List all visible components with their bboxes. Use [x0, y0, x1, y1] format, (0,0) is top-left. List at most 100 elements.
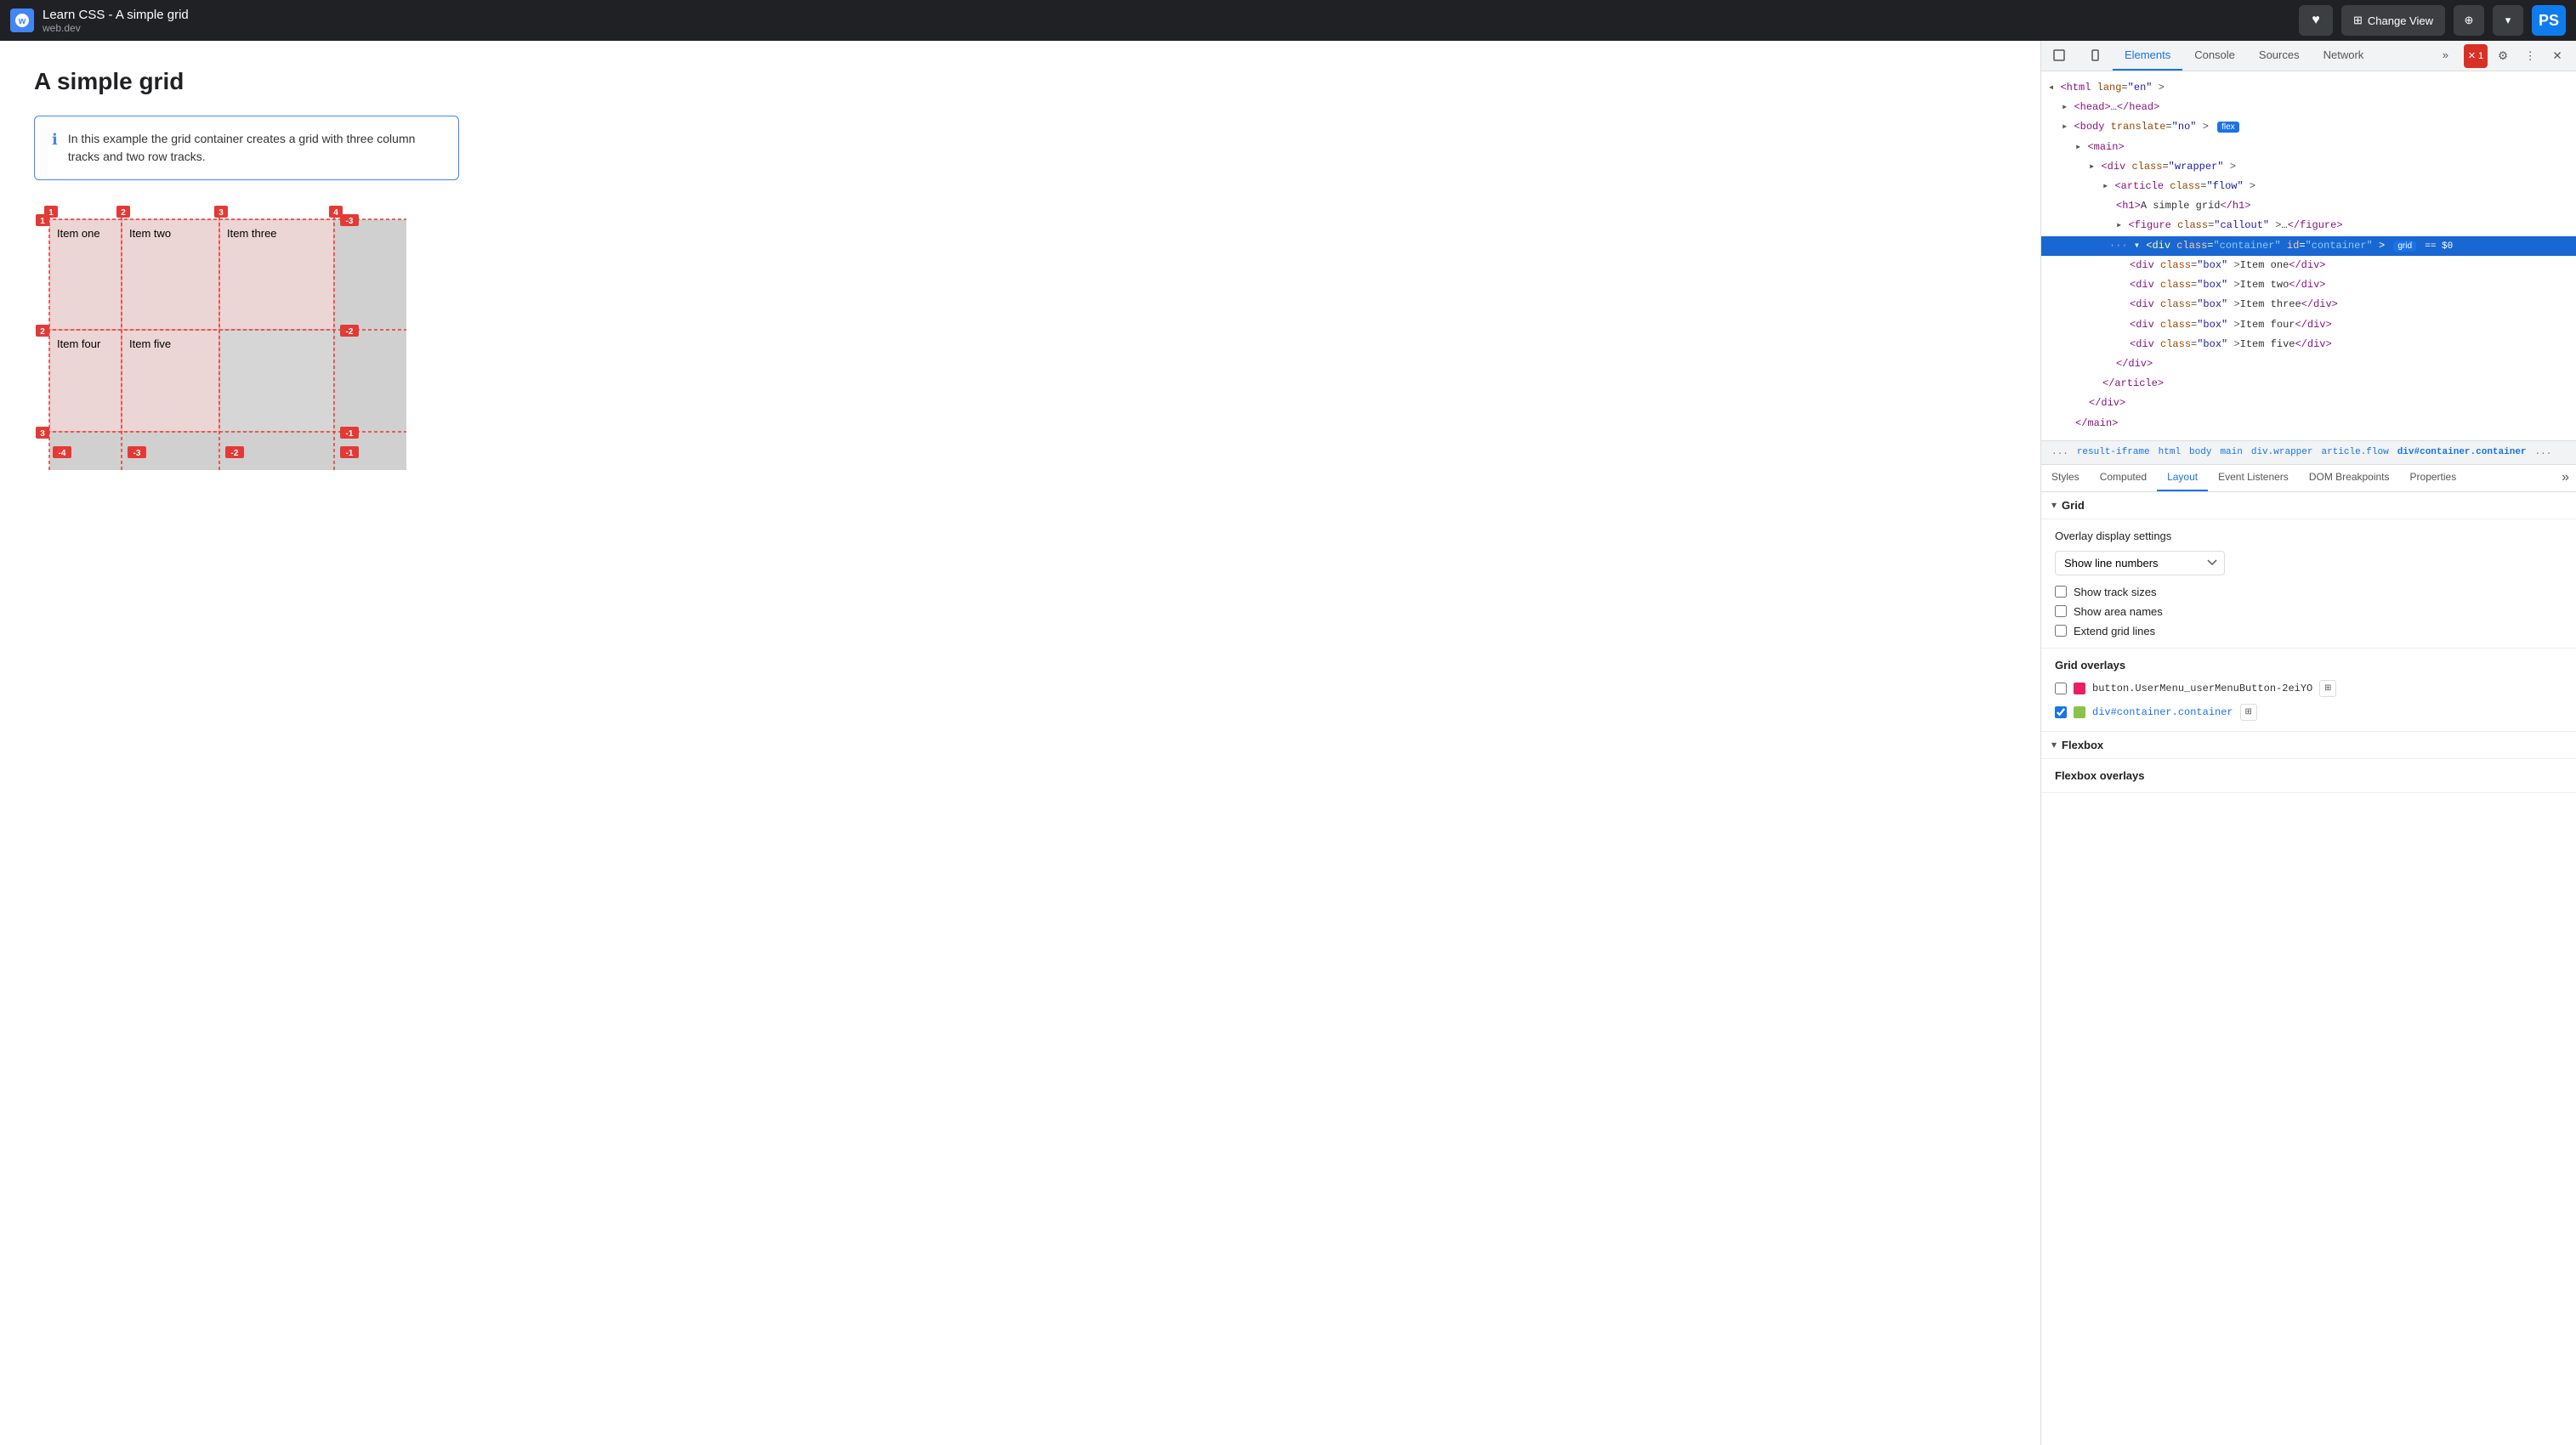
grid-overlays-section: Grid overlays button.UserMenu_userMenuBu… — [2041, 649, 2576, 732]
show-area-names-checkbox[interactable] — [2055, 605, 2067, 617]
devtools-tabs: Elements Console Sources Network » ✕ 1 ⚙… — [2041, 41, 2576, 71]
line-numbers-dropdown[interactable]: Show line numbers Show track sizes Show … — [2055, 551, 2225, 575]
heart-button[interactable]: ♥ — [2299, 5, 2333, 36]
info-icon: ℹ — [52, 131, 58, 166]
site-logo: w — [10, 8, 34, 32]
grid-overlays-label: Grid overlays — [2055, 659, 2562, 672]
grid-chevron-icon: ▾ — [2051, 499, 2057, 511]
more-options-button[interactable]: ⋮ — [2518, 44, 2542, 68]
tab-event-listeners[interactable]: Event Listeners — [2208, 465, 2299, 491]
overlay-grid-icon-1[interactable]: ⊞ — [2319, 680, 2336, 697]
page-title: A simple grid — [34, 68, 2006, 95]
grid-item: Item two — [122, 219, 219, 330]
bc-main[interactable]: main — [2216, 445, 2245, 459]
tab-computed[interactable]: Computed — [2090, 465, 2157, 491]
dom-line[interactable]: </article> — [2041, 374, 2576, 394]
tab-properties[interactable]: Properties — [2400, 465, 2467, 491]
tab-network[interactable]: Network — [2312, 41, 2376, 71]
tab-elements[interactable]: Elements — [2113, 41, 2182, 71]
styles-tabs: Styles Computed Layout Event Listeners D… — [2041, 465, 2576, 492]
tab-sources[interactable]: Sources — [2247, 41, 2312, 71]
dom-line[interactable]: ▸ <figure class="callout" >…</figure> — [2041, 216, 2576, 235]
tab-device[interactable] — [2077, 41, 2113, 71]
dom-line[interactable]: </div> — [2041, 354, 2576, 374]
change-view-button[interactable]: ⊞ Change View — [2341, 5, 2445, 36]
info-box: ℹ In this example the grid container cre… — [34, 116, 459, 180]
show-track-sizes-checkbox[interactable] — [2055, 586, 2067, 598]
close-devtools-button[interactable]: ✕ — [2545, 44, 2569, 68]
settings-button[interactable]: ⚙ — [2491, 44, 2515, 68]
bc-container[interactable]: div#container.container — [2394, 445, 2530, 459]
dom-line[interactable]: <div class="box" >Item two</div> — [2041, 275, 2576, 295]
flexbox-chevron-icon: ▾ — [2051, 739, 2057, 751]
tab-more[interactable]: » — [2431, 48, 2460, 63]
site-url: web.dev — [43, 22, 189, 34]
breadcrumb: ... result-iframe html body main div.wra… — [2041, 441, 2576, 465]
svg-text:4: 4 — [333, 208, 338, 218]
info-text: In this example the grid container creat… — [68, 130, 441, 166]
grid-item: Item four — [49, 330, 122, 432]
overlay-color-pink — [2074, 683, 2085, 694]
flexbox-section-body: Flexbox overlays — [2041, 759, 2576, 793]
svg-text:1: 1 — [48, 208, 54, 218]
page-content: A simple grid ℹ In this example the grid… — [0, 41, 2040, 1445]
dropdown-button[interactable]: ▾ — [2493, 5, 2523, 36]
error-badge[interactable]: ✕ 1 — [2464, 44, 2488, 68]
grid-badge: grid — [2393, 241, 2416, 252]
dom-line[interactable]: </main> — [2041, 414, 2576, 434]
dom-tree: ◂ <html lang="en" > ▸ <head>…</head> ▸ <… — [2041, 71, 2576, 441]
dom-line[interactable]: <div class="box" >Item three</div> — [2041, 295, 2576, 314]
grid-section-header[interactable]: ▾ Grid — [2041, 492, 2576, 519]
flexbox-section-header[interactable]: ▾ Flexbox — [2041, 732, 2576, 759]
dom-line[interactable]: <div class="box" >Item four</div> — [2041, 315, 2576, 335]
show-area-names-label[interactable]: Show area names — [2074, 605, 2163, 618]
dom-line[interactable]: <div class="box" >Item one</div> — [2041, 256, 2576, 275]
bc-html[interactable]: html — [2155, 445, 2184, 459]
show-track-sizes-row: Show track sizes — [2055, 586, 2562, 598]
top-bar: w Learn CSS - A simple grid web.dev ♥ ⊞ … — [0, 0, 2576, 41]
site-title: Learn CSS - A simple grid — [43, 8, 189, 22]
tab-dom-breakpoints[interactable]: DOM Breakpoints — [2299, 465, 2400, 491]
extend-grid-lines-checkbox[interactable] — [2055, 625, 2067, 637]
dom-line[interactable]: ▸ <div class="wrapper" > — [2041, 157, 2576, 177]
dom-line[interactable]: ▸ <body translate="no" > flex — [2041, 117, 2576, 137]
svg-text:2: 2 — [121, 208, 126, 218]
overlay-checkbox-container[interactable] — [2055, 706, 2067, 718]
show-track-sizes-label[interactable]: Show track sizes — [2074, 586, 2157, 598]
tab-inspect[interactable] — [2041, 41, 2077, 71]
show-area-names-row: Show area names — [2055, 605, 2562, 618]
tab-layout[interactable]: Layout — [2157, 465, 2208, 491]
dom-line[interactable]: ◂ <html lang="en" > — [2041, 78, 2576, 98]
dom-line[interactable]: ▸ <main> — [2041, 138, 2576, 157]
bc-div-wrapper[interactable]: div.wrapper — [2248, 445, 2317, 459]
layout-panel: ▾ Grid Overlay display settings Show lin… — [2041, 492, 2576, 1445]
svg-text:2: 2 — [40, 327, 45, 337]
overlay-checkbox-button[interactable] — [2055, 683, 2067, 694]
site-info: Learn CSS - A simple grid web.dev — [43, 8, 189, 34]
tab-styles[interactable]: Styles — [2041, 465, 2090, 491]
bc-body[interactable]: body — [2186, 445, 2215, 459]
svg-text:1: 1 — [40, 217, 45, 226]
dom-line[interactable]: <h1>A simple grid</h1> — [2041, 196, 2576, 216]
ps-button[interactable]: PS — [2532, 5, 2566, 36]
tab-console[interactable]: Console — [2182, 41, 2247, 71]
extend-grid-lines-label[interactable]: Extend grid lines — [2074, 625, 2155, 638]
dom-line[interactable]: </div> — [2041, 394, 2576, 413]
dom-line[interactable]: <div class="box" >Item five</div> — [2041, 335, 2576, 354]
bc-result-iframe[interactable]: result-iframe — [2074, 445, 2153, 459]
bc-article-flow[interactable]: article.flow — [2318, 445, 2392, 459]
dom-line[interactable]: ▸ <head>…</head> — [2041, 98, 2576, 117]
breadcrumb-more[interactable]: ... — [2048, 445, 2072, 459]
tab-more-styles[interactable]: » — [2555, 470, 2576, 485]
flexbox-section-title: Flexbox — [2062, 739, 2103, 751]
overlay-grid-icon-2[interactable]: ⊞ — [2240, 704, 2257, 721]
dom-line[interactable]: ▸ <article class="flow" > — [2041, 177, 2576, 196]
bc-end-more[interactable]: ... — [2532, 445, 2556, 459]
grid-item: Item one — [49, 219, 122, 330]
svg-text:3: 3 — [40, 429, 45, 439]
tab-actions: » ✕ 1 ⚙ ⋮ ✕ — [2431, 44, 2576, 68]
pin-button[interactable]: ⊕ — [2454, 5, 2484, 36]
grid-items-container: Item one Item two Item three Item four I… — [49, 219, 334, 432]
dom-line-selected[interactable]: ··· ▾ <div class="container" id="contain… — [2041, 236, 2576, 257]
change-view-icon: ⊞ — [2353, 14, 2363, 27]
